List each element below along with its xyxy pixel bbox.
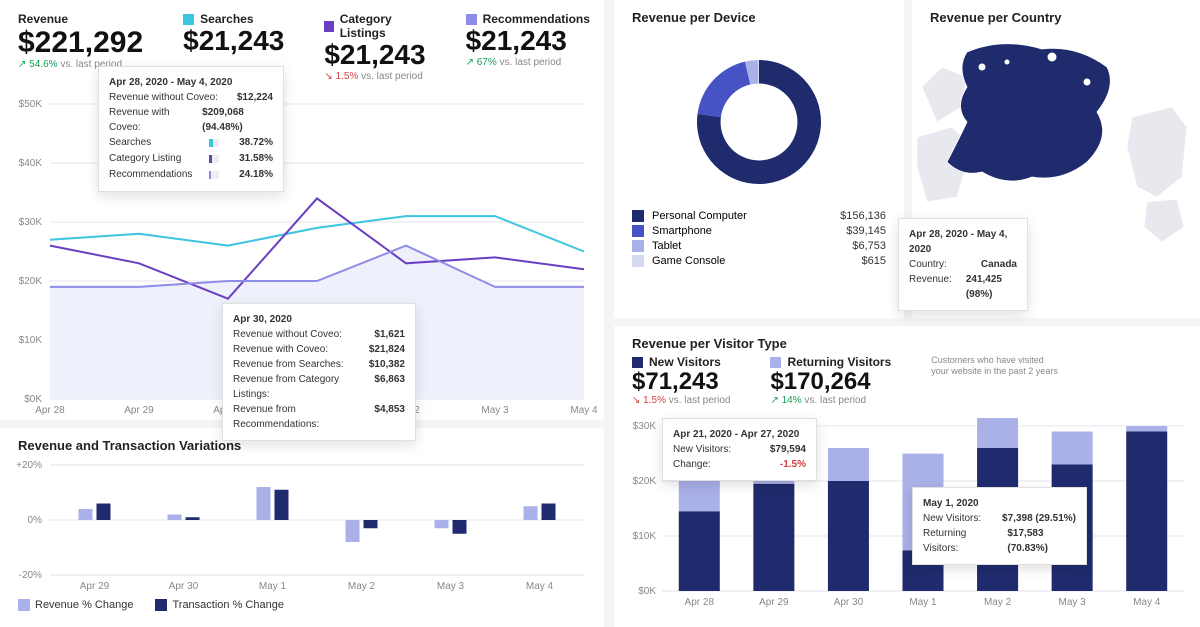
kpi-returning-visitors: Returning Visitors $170,264 ↗ 14% vs. la… xyxy=(770,355,891,406)
svg-text:Apr 30: Apr 30 xyxy=(169,581,199,592)
tooltip-revenue-day: Apr 30, 2020 Revenue without Coveo:$1,62… xyxy=(222,303,416,441)
svg-text:$50K: $50K xyxy=(19,99,43,110)
tooltip-visitor-day: May 1, 2020 New Visitors:$7,398 (29.51%)… xyxy=(912,487,1087,565)
svg-text:+20%: +20% xyxy=(16,460,42,471)
kpi-total-label: Revenue xyxy=(18,12,143,26)
svg-text:May 3: May 3 xyxy=(437,581,465,592)
svg-text:May 3: May 3 xyxy=(1059,597,1087,608)
device-panel: Revenue per Device Personal Computer$156… xyxy=(614,0,904,318)
kpi-total-value: $221,292 xyxy=(18,26,143,59)
svg-text:Apr 28: Apr 28 xyxy=(685,597,715,608)
variations-legend: Revenue % Change Transaction % Change xyxy=(0,595,604,615)
tooltip-country: Apr 28, 2020 - May 4, 2020 Country:Canad… xyxy=(898,218,1028,311)
variations-bar-chart[interactable]: -20% 0% +20% Apr 29 Apr 30 May 1 May 2 May 3 May… xyxy=(0,455,604,595)
kpi-category: Category Listings $21,243 ↘ 1.5% vs. las… xyxy=(324,12,425,82)
svg-text:May 4: May 4 xyxy=(526,581,554,592)
svg-text:$30K: $30K xyxy=(19,217,43,228)
svg-text:Apr 28: Apr 28 xyxy=(35,405,65,416)
svg-text:$20K: $20K xyxy=(633,476,657,487)
svg-text:May 1: May 1 xyxy=(909,597,937,608)
svg-text:Apr 30: Apr 30 xyxy=(834,597,864,608)
visitor-hint: Customers who have visited your website … xyxy=(931,355,1061,406)
svg-text:$20K: $20K xyxy=(19,276,43,287)
country-title: Revenue per Country xyxy=(912,0,1200,27)
svg-text:$10K: $10K xyxy=(19,335,43,346)
kpi-recs: Recommendations $21,243 ↗ 67% vs. last p… xyxy=(466,12,590,82)
svg-text:Apr 29: Apr 29 xyxy=(124,405,154,416)
variations-panel: Revenue and Transaction Variations -20%0… xyxy=(0,428,604,627)
svg-text:$0K: $0K xyxy=(638,586,656,597)
svg-text:$30K: $30K xyxy=(633,421,657,432)
device-title: Revenue per Device xyxy=(614,0,904,27)
svg-text:0%: 0% xyxy=(28,515,43,526)
svg-text:-20%: -20% xyxy=(19,570,42,581)
svg-text:May 2: May 2 xyxy=(348,581,376,592)
svg-text:May 4: May 4 xyxy=(1133,597,1161,608)
svg-text:May 2: May 2 xyxy=(984,597,1012,608)
kpi-new-visitors: New Visitors $71,243 ↘ 1.5% vs. last per… xyxy=(632,355,730,406)
svg-text:$10K: $10K xyxy=(633,531,657,542)
legend-swatch xyxy=(183,14,194,25)
svg-text:$0K: $0K xyxy=(24,394,42,405)
svg-text:$40K: $40K xyxy=(19,158,43,169)
device-table: Personal Computer$156,136Smartphone$39,1… xyxy=(614,210,904,267)
svg-text:May 1: May 1 xyxy=(259,581,287,592)
device-donut-chart[interactable] xyxy=(614,27,904,207)
svg-text:May 3: May 3 xyxy=(481,405,509,416)
svg-text:May 4: May 4 xyxy=(570,405,598,416)
svg-text:Apr 29: Apr 29 xyxy=(80,581,110,592)
visitor-title: Revenue per Visitor Type xyxy=(614,326,1200,353)
tooltip-visitor-range: Apr 21, 2020 - Apr 27, 2020 New Visitors… xyxy=(662,418,817,481)
tooltip-revenue-range: Apr 28, 2020 - May 4, 2020 Revenue witho… xyxy=(98,66,284,192)
svg-text:Apr 29: Apr 29 xyxy=(759,597,789,608)
